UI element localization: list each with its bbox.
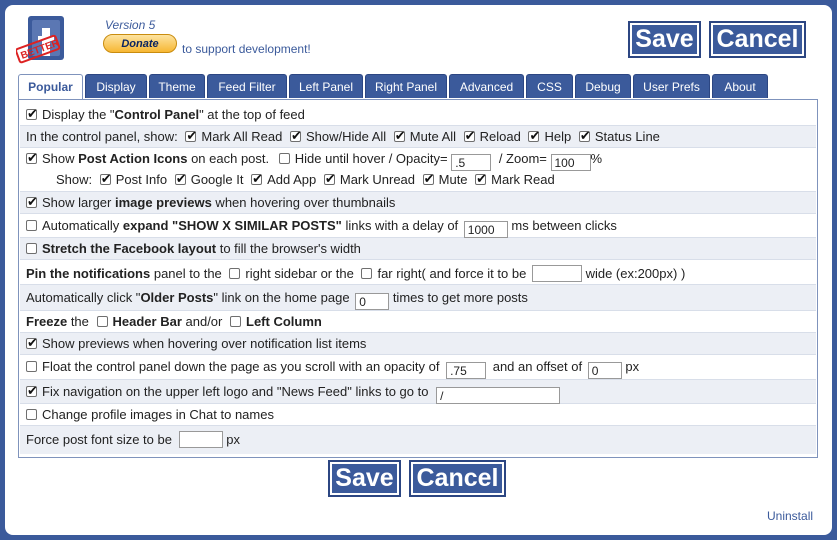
status-line-checkbox[interactable] [578,128,591,144]
row-stretch-layout: Stretch the Facebook layout to fill the … [20,238,816,260]
fix-navigation-checkbox[interactable] [26,383,38,399]
stretch-layout-checkbox[interactable] [26,243,37,254]
donate-button[interactable]: Donate [103,34,177,53]
row-chat-names: Change profile images in Chat to names [20,404,816,426]
row-font-size: Force post font size to be px [20,426,816,454]
row-control-panel-items: In the control panel, show: Mark All Rea… [20,126,816,148]
popular-settings-panel: Display the "Control Panel" at the top o… [18,99,818,458]
google-it-checkbox[interactable] [174,171,187,187]
notification-previews-checkbox[interactable] [26,335,38,351]
row-freeze: Freeze the Header Bar and/or Left Column [20,311,816,333]
show-hide-all-checkbox[interactable] [289,128,302,144]
cancel-button-bottom[interactable]: Cancel [409,460,506,497]
tab-right-panel[interactable]: Right Panel [365,74,447,98]
row-pin-notifications: Pin the notifications panel to the right… [20,260,816,285]
freeze-left-column-checkbox[interactable] [230,316,241,327]
add-app-checkbox[interactable] [251,171,263,187]
row-notification-previews: Show previews when hovering over notific… [20,333,816,355]
zoom-input[interactable]: 100 [550,154,591,171]
mark-all-read-checkbox[interactable] [185,128,197,144]
cancel-button-top[interactable]: Cancel [709,21,806,58]
float-opacity-input[interactable]: .75 [446,362,487,379]
row-float-panel: Float the control panel down the page as… [20,355,816,380]
tab-popular[interactable]: Popular [18,74,83,100]
support-text: to support development! [182,42,311,56]
navigation-url-input[interactable]: / [436,387,561,404]
row-expand-similar-posts: Automatically expand "SHOW X SIMILAR POS… [20,214,816,238]
float-panel-checkbox[interactable] [26,361,37,372]
expand-similar-checkbox[interactable] [26,220,37,231]
post-info-checkbox[interactable] [99,171,112,187]
tab-display[interactable]: Display [85,74,147,98]
mute-all-checkbox[interactable] [393,128,406,144]
help-checkbox[interactable] [528,128,540,144]
image-previews-checkbox[interactable] [26,194,38,210]
mark-unread-checkbox[interactable] [323,171,336,187]
tab-debug[interactable]: Debug [575,74,631,98]
save-button-bottom[interactable]: Save [328,460,401,497]
row-post-action-icons: Show Post Action Icons on each post. Hid… [20,148,816,192]
post-action-icons-checkbox[interactable] [26,150,38,166]
row-older-posts: Automatically click "Older Posts" link o… [20,285,816,311]
opacity-input[interactable]: .5 [451,154,492,171]
expand-delay-input[interactable]: 1000 [463,221,508,238]
row-control-panel-display: Display the "Control Panel" at the top o… [20,104,816,126]
pin-far-right-checkbox[interactable] [361,268,373,279]
freeze-header-checkbox[interactable] [96,316,108,327]
older-posts-count-input[interactable]: 0 [355,293,390,310]
row-fix-navigation: Fix navigation on the upper left logo an… [20,380,816,404]
hide-until-hover-checkbox[interactable] [278,153,290,164]
tab-feed-filter[interactable]: Feed Filter [207,74,287,98]
reload-checkbox[interactable] [463,128,476,144]
font-size-input[interactable] [178,431,223,448]
save-button-top[interactable]: Save [628,21,701,58]
tab-left-panel[interactable]: Left Panel [289,74,363,98]
version-label: Version 5 [105,18,156,32]
pin-right-sidebar-checkbox[interactable] [229,268,241,279]
row-image-previews: Show larger image previews when hovering… [20,192,816,214]
tab-user-prefs[interactable]: User Prefs [633,74,710,98]
tab-css[interactable]: CSS [526,74,573,98]
better-facebook-logo-icon[interactable]: BETTER [16,14,76,68]
tab-about[interactable]: About [712,74,768,98]
chat-names-checkbox[interactable] [26,409,37,420]
control-panel-checkbox[interactable] [26,106,38,122]
tab-theme[interactable]: Theme [149,74,205,98]
float-offset-input[interactable]: 0 [587,362,622,379]
mark-read-checkbox[interactable] [475,171,487,187]
mute-checkbox[interactable] [422,171,435,187]
tab-advanced[interactable]: Advanced [449,74,524,98]
pin-width-input[interactable] [531,265,582,282]
uninstall-link[interactable]: Uninstall [767,509,813,523]
